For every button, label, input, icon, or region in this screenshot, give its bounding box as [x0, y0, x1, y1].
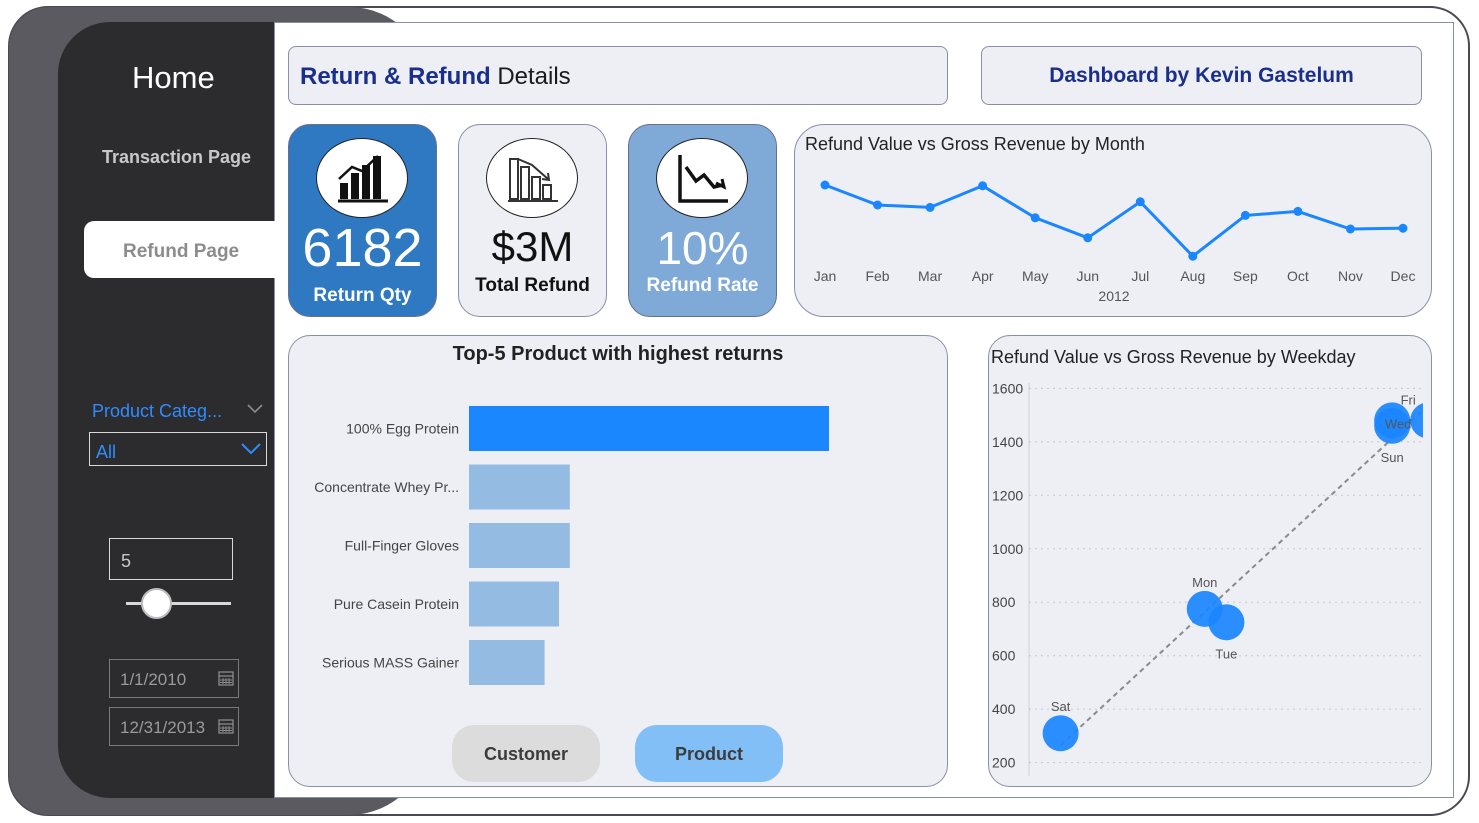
nav-refund-label: Refund Page	[123, 241, 240, 262]
weekday-scatter-chart-panel: Refund Value vs Gross Revenue by Weekday…	[988, 335, 1432, 787]
trend-line	[1059, 411, 1422, 746]
kpi-total-refund-label: Total Refund	[475, 275, 590, 296]
month-tick-label: Oct	[1287, 268, 1309, 284]
y-tick-label: 1600	[992, 380, 1023, 396]
declining-bars-icon	[486, 138, 578, 218]
page-title-rest: Details	[490, 63, 571, 90]
bar-chart-title: Top-5 Product with highest returns	[452, 343, 784, 365]
date-start-value: 1/1/2010	[120, 670, 187, 689]
date-end-value: 12/31/2013	[120, 718, 206, 737]
month-point	[978, 181, 988, 191]
month-tick-label: Jan	[814, 268, 837, 284]
bar-category-label: 100% Egg Protein	[346, 421, 459, 437]
scatter-point-label: Mon	[1192, 575, 1217, 590]
month-point	[873, 200, 883, 210]
scatter-point-label: Wed	[1385, 416, 1412, 431]
chevron-down-icon	[240, 439, 262, 462]
product-category-dropdown[interactable]: All	[89, 432, 267, 466]
month-tick-label: Nov	[1338, 268, 1363, 284]
bar	[469, 406, 829, 451]
page-title-bar: Return & Refund Details	[288, 46, 948, 105]
date-start-input[interactable]: 1/1/2010	[109, 659, 239, 698]
bar-category-label: Pure Casein Protein	[334, 596, 459, 612]
bar-category-label: Full-Finger Gloves	[345, 538, 459, 554]
y-tick-label: 200	[992, 755, 1016, 771]
month-point	[1293, 206, 1303, 216]
month-tick-label: May	[1022, 268, 1048, 284]
scatter-point	[1410, 403, 1423, 438]
scatter-point-label: Tue	[1215, 646, 1237, 661]
month-point	[1030, 213, 1040, 223]
kpi-return-qty-label: Return Qty	[313, 285, 412, 306]
month-tick-label: Jun	[1076, 268, 1099, 284]
bar-category-label: Serious MASS Gainer	[322, 655, 459, 671]
chevron-down-icon[interactable]	[246, 402, 264, 418]
month-tick-label: Jul	[1131, 268, 1149, 284]
kpi-return-qty: 6182 Return Qty	[288, 124, 437, 317]
customer-toggle-button[interactable]: Customer	[452, 725, 600, 782]
top-products-bar-chart: 100% Egg Protein Concentrate Whey Pr... Fu…	[314, 406, 829, 685]
product-toggle-button[interactable]: Product	[635, 725, 783, 782]
nav-home[interactable]: Home	[132, 60, 215, 96]
byline-box: Dashboard by Kevin Gastelum	[981, 46, 1422, 105]
scatter-point	[1208, 604, 1245, 641]
kpi-refund-rate-value: 10%	[656, 222, 749, 274]
month-axis-group-label: 2012	[1098, 288, 1129, 304]
month-point	[925, 202, 935, 212]
kpi-refund-rate: 10% Refund Rate	[628, 124, 777, 317]
month-tick-label: Apr	[972, 268, 994, 284]
nav-transaction-page[interactable]: Transaction Page	[102, 147, 251, 168]
nav-refund-page[interactable]: Refund Page	[84, 221, 284, 278]
kpi-refund-rate-label: Refund Rate	[646, 275, 759, 296]
scatter-point-label: Sun	[1381, 450, 1404, 465]
product-category-slicer-title: Product Categ...	[92, 401, 223, 421]
scatter-point-label: Sat	[1051, 699, 1071, 714]
month-series-line	[824, 183, 1404, 259]
month-tick-label: Feb	[865, 268, 889, 284]
month-point	[820, 180, 830, 190]
y-tick-label: 400	[992, 701, 1016, 717]
bar-category-label: Concentrate Whey Pr...	[314, 479, 459, 495]
byline-text: Dashboard by Kevin Gastelum	[1049, 64, 1354, 87]
scatter-point	[1042, 715, 1079, 752]
month-point	[1188, 251, 1198, 261]
month-point	[1083, 233, 1093, 243]
page-title: Return & Refund Details	[300, 63, 571, 91]
top-n-input[interactable]: 5	[109, 538, 233, 580]
month-point	[1398, 223, 1408, 233]
downtrend-icon	[656, 138, 748, 218]
page-title-bold: Return & Refund	[300, 63, 491, 90]
month-point	[1240, 210, 1250, 220]
kpi-total-refund-value: $3M	[491, 223, 574, 270]
month-point	[1345, 224, 1355, 234]
month-tick-label: Sep	[1233, 268, 1258, 284]
y-tick-label: 1400	[992, 434, 1023, 450]
month-tick-label: Aug	[1180, 268, 1205, 284]
calendar-icon[interactable]	[218, 718, 234, 739]
top-products-bar-chart-panel: Top-5 Product with highest returns 100% …	[288, 335, 948, 787]
kpi-total-refund: $3M Total Refund	[458, 124, 607, 317]
y-tick-label: 1200	[992, 487, 1023, 503]
bar	[469, 523, 570, 568]
kpi-return-qty-value: 6182	[302, 218, 423, 278]
bar-chart-icon	[316, 138, 408, 218]
bar	[469, 640, 545, 685]
scatter-point-label: Fri	[1401, 392, 1416, 407]
month-tick-label: Dec	[1391, 268, 1416, 284]
bar	[469, 464, 570, 510]
dashboard-app: Home Transaction Page Refund Page Produc…	[0, 0, 1479, 823]
product-category-value: All	[96, 442, 117, 462]
weekday-scatter-chart: 200 400 600 800 1000 1200 1400 1600 Sat Mon Tue Sun…	[992, 380, 1423, 776]
bar	[469, 581, 559, 627]
month-line-chart-panel: Refund Value vs Gross Revenue by Month J…	[794, 124, 1432, 317]
calendar-icon[interactable]	[218, 670, 234, 691]
date-end-input[interactable]: 12/31/2013	[109, 707, 239, 746]
month-point	[1135, 197, 1145, 207]
month-tick-label: Mar	[918, 268, 942, 284]
y-tick-label: 1000	[992, 541, 1023, 557]
y-tick-label: 600	[992, 648, 1016, 664]
month-line-chart: Jan Feb Mar Apr May Jun Jul Aug Sep Oct Nov Dec 2012	[814, 180, 1416, 304]
y-tick-label: 800	[992, 594, 1016, 610]
